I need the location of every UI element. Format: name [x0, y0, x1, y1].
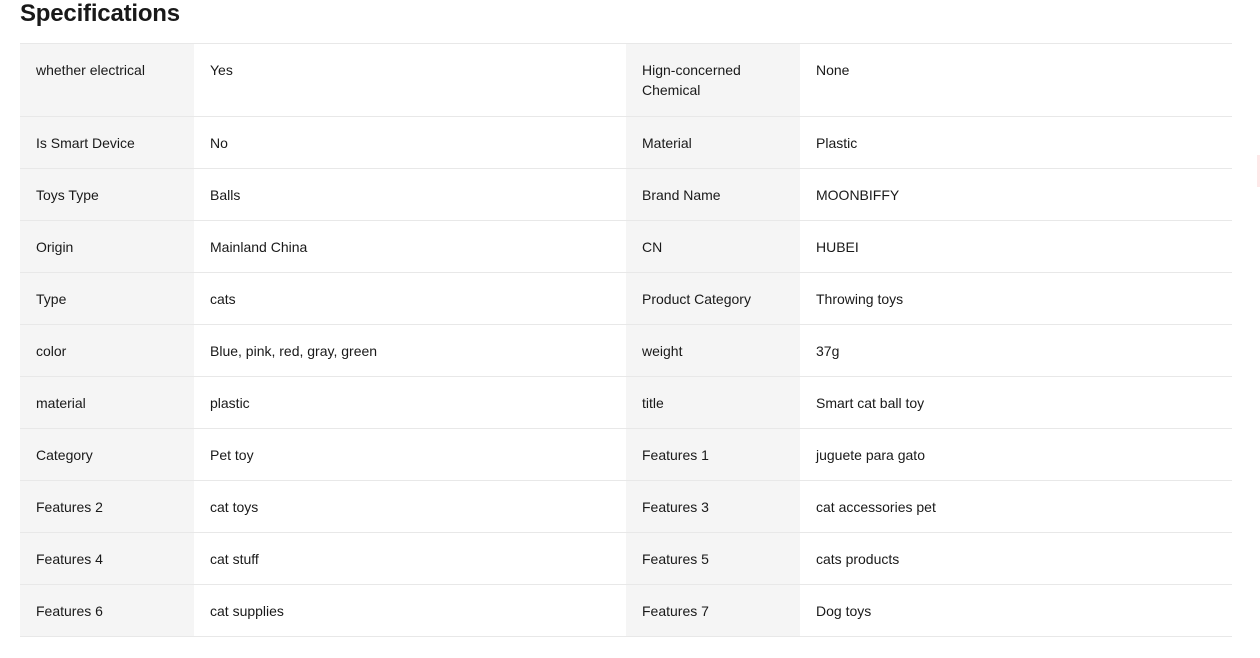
- spec-value: Dog toys: [800, 585, 1232, 636]
- spec-row: Is Smart Device No Material Plastic: [20, 117, 1232, 169]
- spec-value: Mainland China: [194, 221, 626, 272]
- spec-key: Features 4: [20, 533, 194, 584]
- specifications-page: Specifications whether electrical Yes Hi…: [0, 0, 1260, 658]
- spec-key: Toys Type: [20, 169, 194, 220]
- spec-value: cat accessories pet: [800, 481, 1232, 532]
- spec-row: whether electrical Yes Hign-concerned Ch…: [20, 44, 1232, 117]
- spec-row: Category Pet toy Features 1 juguete para…: [20, 429, 1232, 481]
- spec-row: Toys Type Balls Brand Name MOONBIFFY: [20, 169, 1232, 221]
- spec-value: No: [194, 117, 626, 168]
- spec-key: Features 7: [626, 585, 800, 636]
- spec-value: cats products: [800, 533, 1232, 584]
- spec-key: Product Category: [626, 273, 800, 324]
- spec-key: Origin: [20, 221, 194, 272]
- spec-key: Features 2: [20, 481, 194, 532]
- spec-row: Origin Mainland China CN HUBEI: [20, 221, 1232, 273]
- spec-key: title: [626, 377, 800, 428]
- spec-key: Features 3: [626, 481, 800, 532]
- spec-value: 37g: [800, 325, 1232, 376]
- spec-value: Yes: [194, 44, 626, 116]
- spec-row: color Blue, pink, red, gray, green weigh…: [20, 325, 1232, 377]
- spec-key: Features 1: [626, 429, 800, 480]
- spec-value: cat supplies: [194, 585, 626, 636]
- spec-value: cat stuff: [194, 533, 626, 584]
- spec-key: weight: [626, 325, 800, 376]
- section-title: Specifications: [20, 0, 180, 27]
- spec-key: Category: [20, 429, 194, 480]
- spec-value: plastic: [194, 377, 626, 428]
- spec-row: Features 4 cat stuff Features 5 cats pro…: [20, 533, 1232, 585]
- spec-value: Plastic: [800, 117, 1232, 168]
- spec-row: Features 6 cat supplies Features 7 Dog t…: [20, 585, 1232, 637]
- specifications-table: whether electrical Yes Hign-concerned Ch…: [20, 43, 1232, 637]
- spec-key: material: [20, 377, 194, 428]
- spec-key: Features 6: [20, 585, 194, 636]
- spec-value: Smart cat ball toy: [800, 377, 1232, 428]
- spec-key: whether electrical: [20, 44, 194, 116]
- spec-key: color: [20, 325, 194, 376]
- spec-value: HUBEI: [800, 221, 1232, 272]
- spec-value: None: [800, 44, 1232, 116]
- spec-row: material plastic title Smart cat ball to…: [20, 377, 1232, 429]
- spec-row: Features 2 cat toys Features 3 cat acces…: [20, 481, 1232, 533]
- spec-key: Material: [626, 117, 800, 168]
- spec-value: cats: [194, 273, 626, 324]
- spec-key: Features 5: [626, 533, 800, 584]
- spec-value: Throwing toys: [800, 273, 1232, 324]
- spec-value: cat toys: [194, 481, 626, 532]
- spec-value: Balls: [194, 169, 626, 220]
- spec-key: Brand Name: [626, 169, 800, 220]
- spec-value: Pet toy: [194, 429, 626, 480]
- spec-value: Blue, pink, red, gray, green: [194, 325, 626, 376]
- spec-key: CN: [626, 221, 800, 272]
- spec-key: Hign-concerned Chemical: [626, 44, 800, 116]
- spec-key: Type: [20, 273, 194, 324]
- spec-value: MOONBIFFY: [800, 169, 1232, 220]
- spec-row: Type cats Product Category Throwing toys: [20, 273, 1232, 325]
- spec-key: Is Smart Device: [20, 117, 194, 168]
- spec-value: juguete para gato: [800, 429, 1232, 480]
